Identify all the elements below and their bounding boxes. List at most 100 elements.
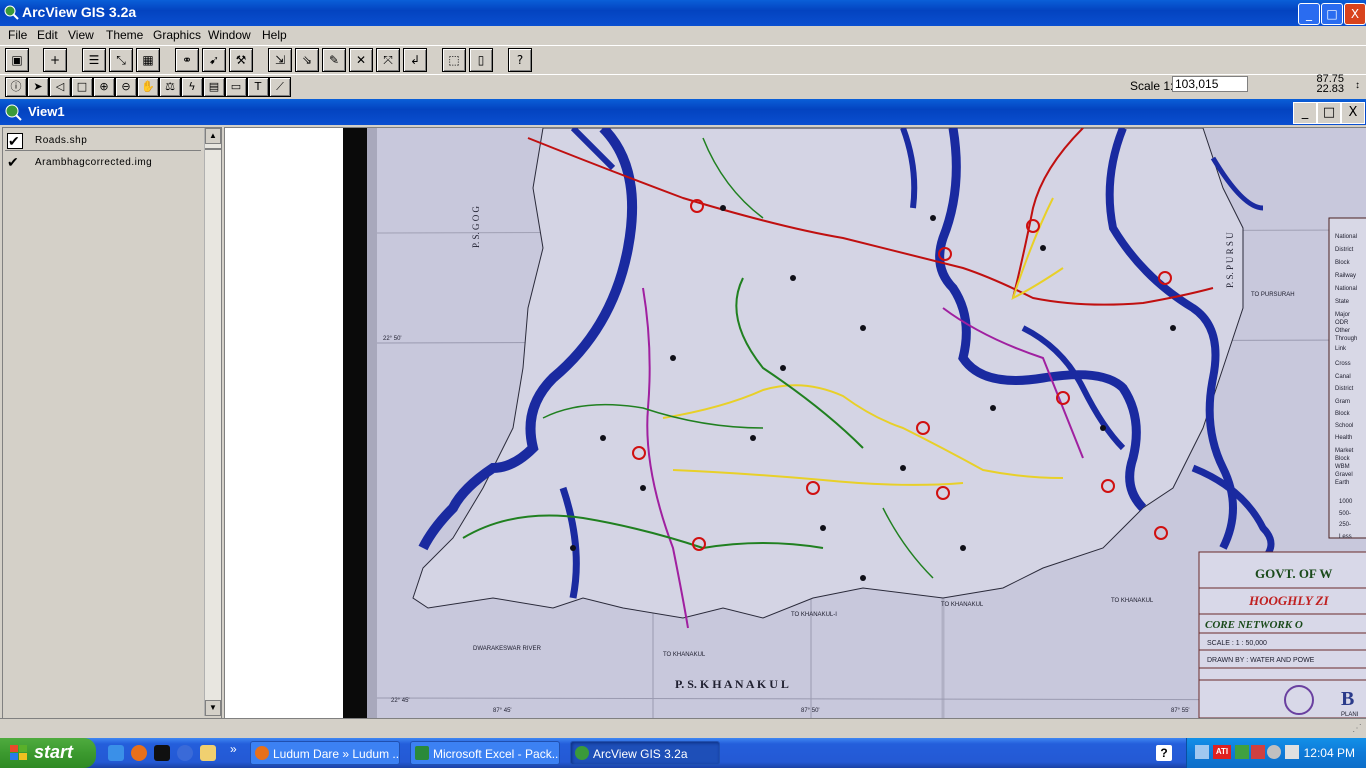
- edit-legend-icon[interactable]: ⤡: [109, 48, 133, 72]
- task-excel[interactable]: Microsoft Excel - Pack...: [410, 741, 560, 765]
- zoom-previous-icon[interactable]: ↲: [403, 48, 427, 72]
- legend-number: 1000: [1339, 499, 1353, 505]
- antivirus-icon[interactable]: [1267, 745, 1281, 759]
- app-titlebar: ArcView GIS 3.2a _ □ X: [0, 0, 1366, 26]
- legend-number: 500-: [1339, 511, 1351, 517]
- view-minimize-button[interactable]: _: [1293, 102, 1317, 124]
- label-tool-icon[interactable]: ▭: [225, 77, 247, 97]
- pointer-tool-icon[interactable]: ➤: [27, 77, 49, 97]
- ie-quicklaunch-icon[interactable]: [108, 745, 124, 761]
- legend-item: Block: [1335, 260, 1351, 266]
- map-drawn-by: DRAWN BY : WATER AND POWE: [1207, 657, 1315, 664]
- theme-visibility-checkbox[interactable]: ✔: [7, 155, 21, 169]
- zoom-out-tool-icon[interactable]: ⊖: [115, 77, 137, 97]
- task-arcview[interactable]: ArcView GIS 3.2a: [570, 741, 720, 765]
- map-label-to-khanakul-2: TO KHANAKUL: [941, 602, 984, 608]
- scroll-thumb[interactable]: [205, 148, 221, 150]
- open-table-icon[interactable]: ▦: [136, 48, 160, 72]
- map-label-lon-3: 87° 55': [1171, 708, 1190, 714]
- ati-icon[interactable]: ATI: [1213, 745, 1231, 759]
- legend-item: Block: [1335, 411, 1351, 417]
- measure-tool-icon[interactable]: ⚖: [159, 77, 181, 97]
- legend-item: Through: [1335, 336, 1357, 342]
- zoom-in-icon[interactable]: ✕: [349, 48, 373, 72]
- coord-y: 22.83: [1316, 83, 1344, 95]
- toc-theme-arambhag[interactable]: ✔ Arambhagcorrected.img: [7, 153, 207, 173]
- view-close-button[interactable]: X: [1341, 102, 1365, 124]
- legend-item: Cross: [1335, 361, 1351, 367]
- scale-input[interactable]: [1172, 76, 1248, 92]
- folder-quicklaunch-icon[interactable]: [200, 745, 216, 761]
- toc-scrollbar[interactable]: ▲ ▼: [204, 128, 221, 716]
- zoom-out-icon[interactable]: ⤧: [376, 48, 400, 72]
- scroll-down-icon[interactable]: ▼: [205, 700, 221, 716]
- view-titlebar: View1 _ □ X: [0, 99, 1366, 125]
- menu-edit[interactable]: Edit: [37, 28, 58, 42]
- theme-visibility-checkbox[interactable]: ✔: [7, 133, 23, 149]
- select-feature-tool-icon[interactable]: □: [71, 77, 93, 97]
- pan-tool-icon[interactable]: ✋: [137, 77, 159, 97]
- save-icon[interactable]: ▣: [5, 48, 29, 72]
- layout-icon[interactable]: ▯: [469, 48, 493, 72]
- legend-item: Block: [1335, 456, 1351, 462]
- vertex-edit-tool-icon[interactable]: ◁: [49, 77, 71, 97]
- zoom-in-tool-icon[interactable]: ⊕: [93, 77, 115, 97]
- draw-tool-icon[interactable]: ⟋: [269, 77, 291, 97]
- map-display[interactable]: P. S. K H A N A K U L DWARAKESWAR RIVER …: [224, 127, 1366, 719]
- start-button[interactable]: start: [0, 738, 96, 768]
- menu-theme[interactable]: Theme: [106, 28, 143, 42]
- locate-address-icon[interactable]: ➹: [202, 48, 226, 72]
- taskbar: start » Ludum Dare » Ludum ... Microsoft…: [0, 738, 1366, 768]
- hotlink-icon[interactable]: ⚒: [229, 48, 253, 72]
- toc-theme-roads[interactable]: ✔ Roads.shp: [7, 131, 207, 151]
- text-tool-icon[interactable]: T: [247, 77, 269, 97]
- browser-quicklaunch-icon[interactable]: [177, 745, 193, 761]
- map-label-lat-2: 22° 45': [391, 698, 410, 704]
- help-tray-icon[interactable]: ?: [1156, 745, 1172, 761]
- menu-graphics[interactable]: Graphics: [153, 28, 201, 42]
- menu-view[interactable]: View: [68, 28, 94, 42]
- find-icon[interactable]: ⚭: [175, 48, 199, 72]
- taskbar-clock: 12:04 PM: [1303, 746, 1355, 760]
- zoom-full-extent-icon[interactable]: ⇲: [268, 48, 292, 72]
- security-icon[interactable]: [1251, 745, 1265, 759]
- zoom-active-themes-icon[interactable]: ⇘: [295, 48, 319, 72]
- toc-theme-label: Arambhagcorrected.img: [35, 157, 153, 168]
- map-title-hooghly: HOOGHLY ZI: [1248, 593, 1329, 608]
- identify-tool-icon[interactable]: ⓘ: [5, 77, 27, 97]
- area-of-interest-tool-icon[interactable]: ▤: [203, 77, 225, 97]
- task-ludum-dare[interactable]: Ludum Dare » Ludum ...: [250, 741, 400, 765]
- menu-help[interactable]: Help: [262, 28, 287, 42]
- map-label-lat-1: 22° 50': [383, 336, 402, 342]
- coordinate-readout: 87.75 22.83: [1316, 74, 1344, 95]
- volume-icon[interactable]: [1285, 745, 1299, 759]
- resize-grip-icon[interactable]: ⋰: [1352, 723, 1362, 734]
- map-label-ps-khanakul: P. S. K H A N A K U L: [675, 677, 789, 691]
- legend-item: State: [1335, 299, 1350, 305]
- view-maximize-button[interactable]: □: [1317, 102, 1341, 124]
- maximize-button[interactable]: □: [1321, 3, 1343, 25]
- close-button[interactable]: X: [1344, 3, 1366, 25]
- add-theme-icon[interactable]: +: [43, 48, 67, 72]
- theme-properties-icon[interactable]: ☰: [82, 48, 106, 72]
- network-icon[interactable]: [1195, 745, 1209, 759]
- update-icon[interactable]: [1235, 745, 1249, 759]
- hotlink-tool-icon[interactable]: ϟ: [181, 77, 203, 97]
- legend-item: National: [1335, 234, 1357, 240]
- minimize-button[interactable]: _: [1298, 3, 1320, 25]
- quicklaunch-overflow[interactable]: »: [230, 742, 237, 756]
- scale-label: Scale 1:: [1130, 79, 1174, 93]
- console-quicklaunch-icon[interactable]: [154, 745, 170, 761]
- map-logo-b: B: [1341, 688, 1354, 710]
- map-label-lon-1: 87° 45': [493, 708, 512, 714]
- menu-window[interactable]: Window: [208, 28, 251, 42]
- legend-item: School: [1335, 423, 1353, 429]
- scroll-up-icon[interactable]: ▲: [205, 128, 221, 144]
- map-title-core-network: CORE NETWORK O: [1205, 619, 1303, 631]
- menu-file[interactable]: File: [8, 28, 27, 42]
- help-icon[interactable]: ?: [508, 48, 532, 72]
- map-label-ps-pursurah: P. S. P U R S U: [1225, 232, 1235, 288]
- select-by-theme-icon[interactable]: ⬚: [442, 48, 466, 72]
- zoom-selected-icon[interactable]: ✎: [322, 48, 346, 72]
- firefox-quicklaunch-icon[interactable]: [131, 745, 147, 761]
